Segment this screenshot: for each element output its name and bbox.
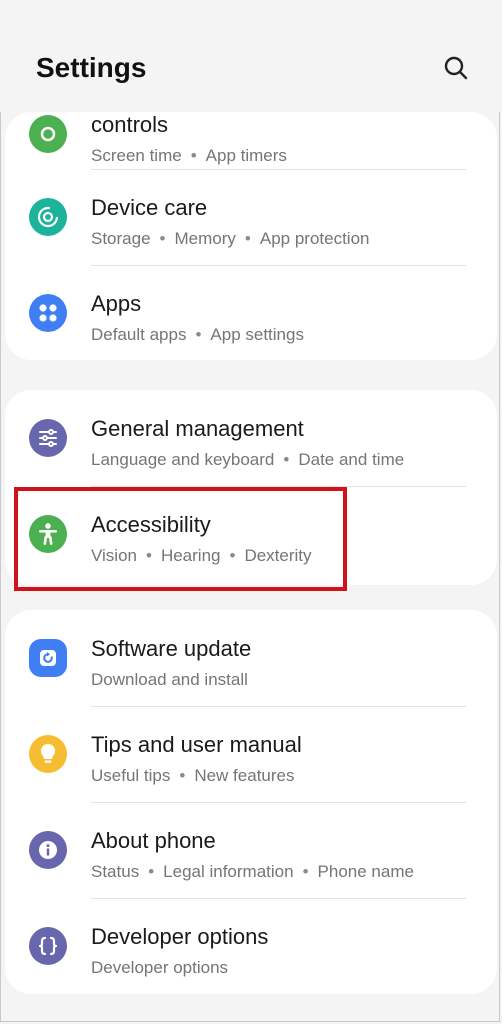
settings-group-1: controls Screen time • App timers Device c… <box>5 112 497 360</box>
apps-icon <box>29 294 67 332</box>
settings-item-apps[interactable]: Apps Default apps • App settings <box>5 265 497 360</box>
search-button[interactable] <box>440 52 472 84</box>
accessibility-highlight-box <box>14 487 347 591</box>
item-subtitle: Storage • Memory • App protection <box>91 229 370 248</box>
settings-item-software-update[interactable]: Software update Download and install <box>5 610 497 706</box>
item-subtitle: Default apps • App settings <box>91 325 304 344</box>
item-title: controls <box>91 112 169 137</box>
item-subtitle: Download and install <box>91 670 248 689</box>
update-icon <box>29 639 67 677</box>
settings-item-device-care[interactable]: Device care Storage • Memory • App protectio… <box>5 169 497 265</box>
item-title: Apps <box>91 291 142 316</box>
sliders-icon <box>29 419 67 457</box>
settings-item-developer-options[interactable]: Developer options Developer options <box>5 898 497 994</box>
item-title: About phone <box>91 828 216 853</box>
settings-group-3: Software update Download and install Tip… <box>5 610 497 994</box>
item-subtitle: Useful tips • New features <box>91 766 295 785</box>
item-subtitle: Screen time • App timers <box>91 146 287 165</box>
item-title: Device care <box>91 195 208 220</box>
settings-item-about-phone[interactable]: About phone Status • Legal information • Pho… <box>5 802 497 898</box>
search-icon <box>444 56 468 80</box>
braces-icon <box>29 927 67 965</box>
item-subtitle: Language and keyboard • Date and time <box>91 450 405 469</box>
settings-item-tips[interactable]: Tips and user manual Useful tips • New fea… <box>5 706 497 802</box>
device-care-icon <box>29 198 67 236</box>
settings-item-general-management[interactable]: General management Language and keyboard… <box>5 390 497 486</box>
item-title: Software update <box>91 636 252 661</box>
item-title: Developer options <box>91 924 269 949</box>
item-subtitle: Status • Legal information • Phone name <box>91 862 414 881</box>
wellbeing-icon <box>29 115 67 153</box>
item-subtitle: Developer options <box>91 958 229 977</box>
info-icon <box>29 831 67 869</box>
item-title: General management <box>91 416 304 441</box>
app-bar: Settings <box>0 0 502 112</box>
lightbulb-icon <box>29 735 67 773</box>
item-title: Tips and user manual <box>91 732 302 757</box>
page-title: Settings <box>36 52 147 83</box>
